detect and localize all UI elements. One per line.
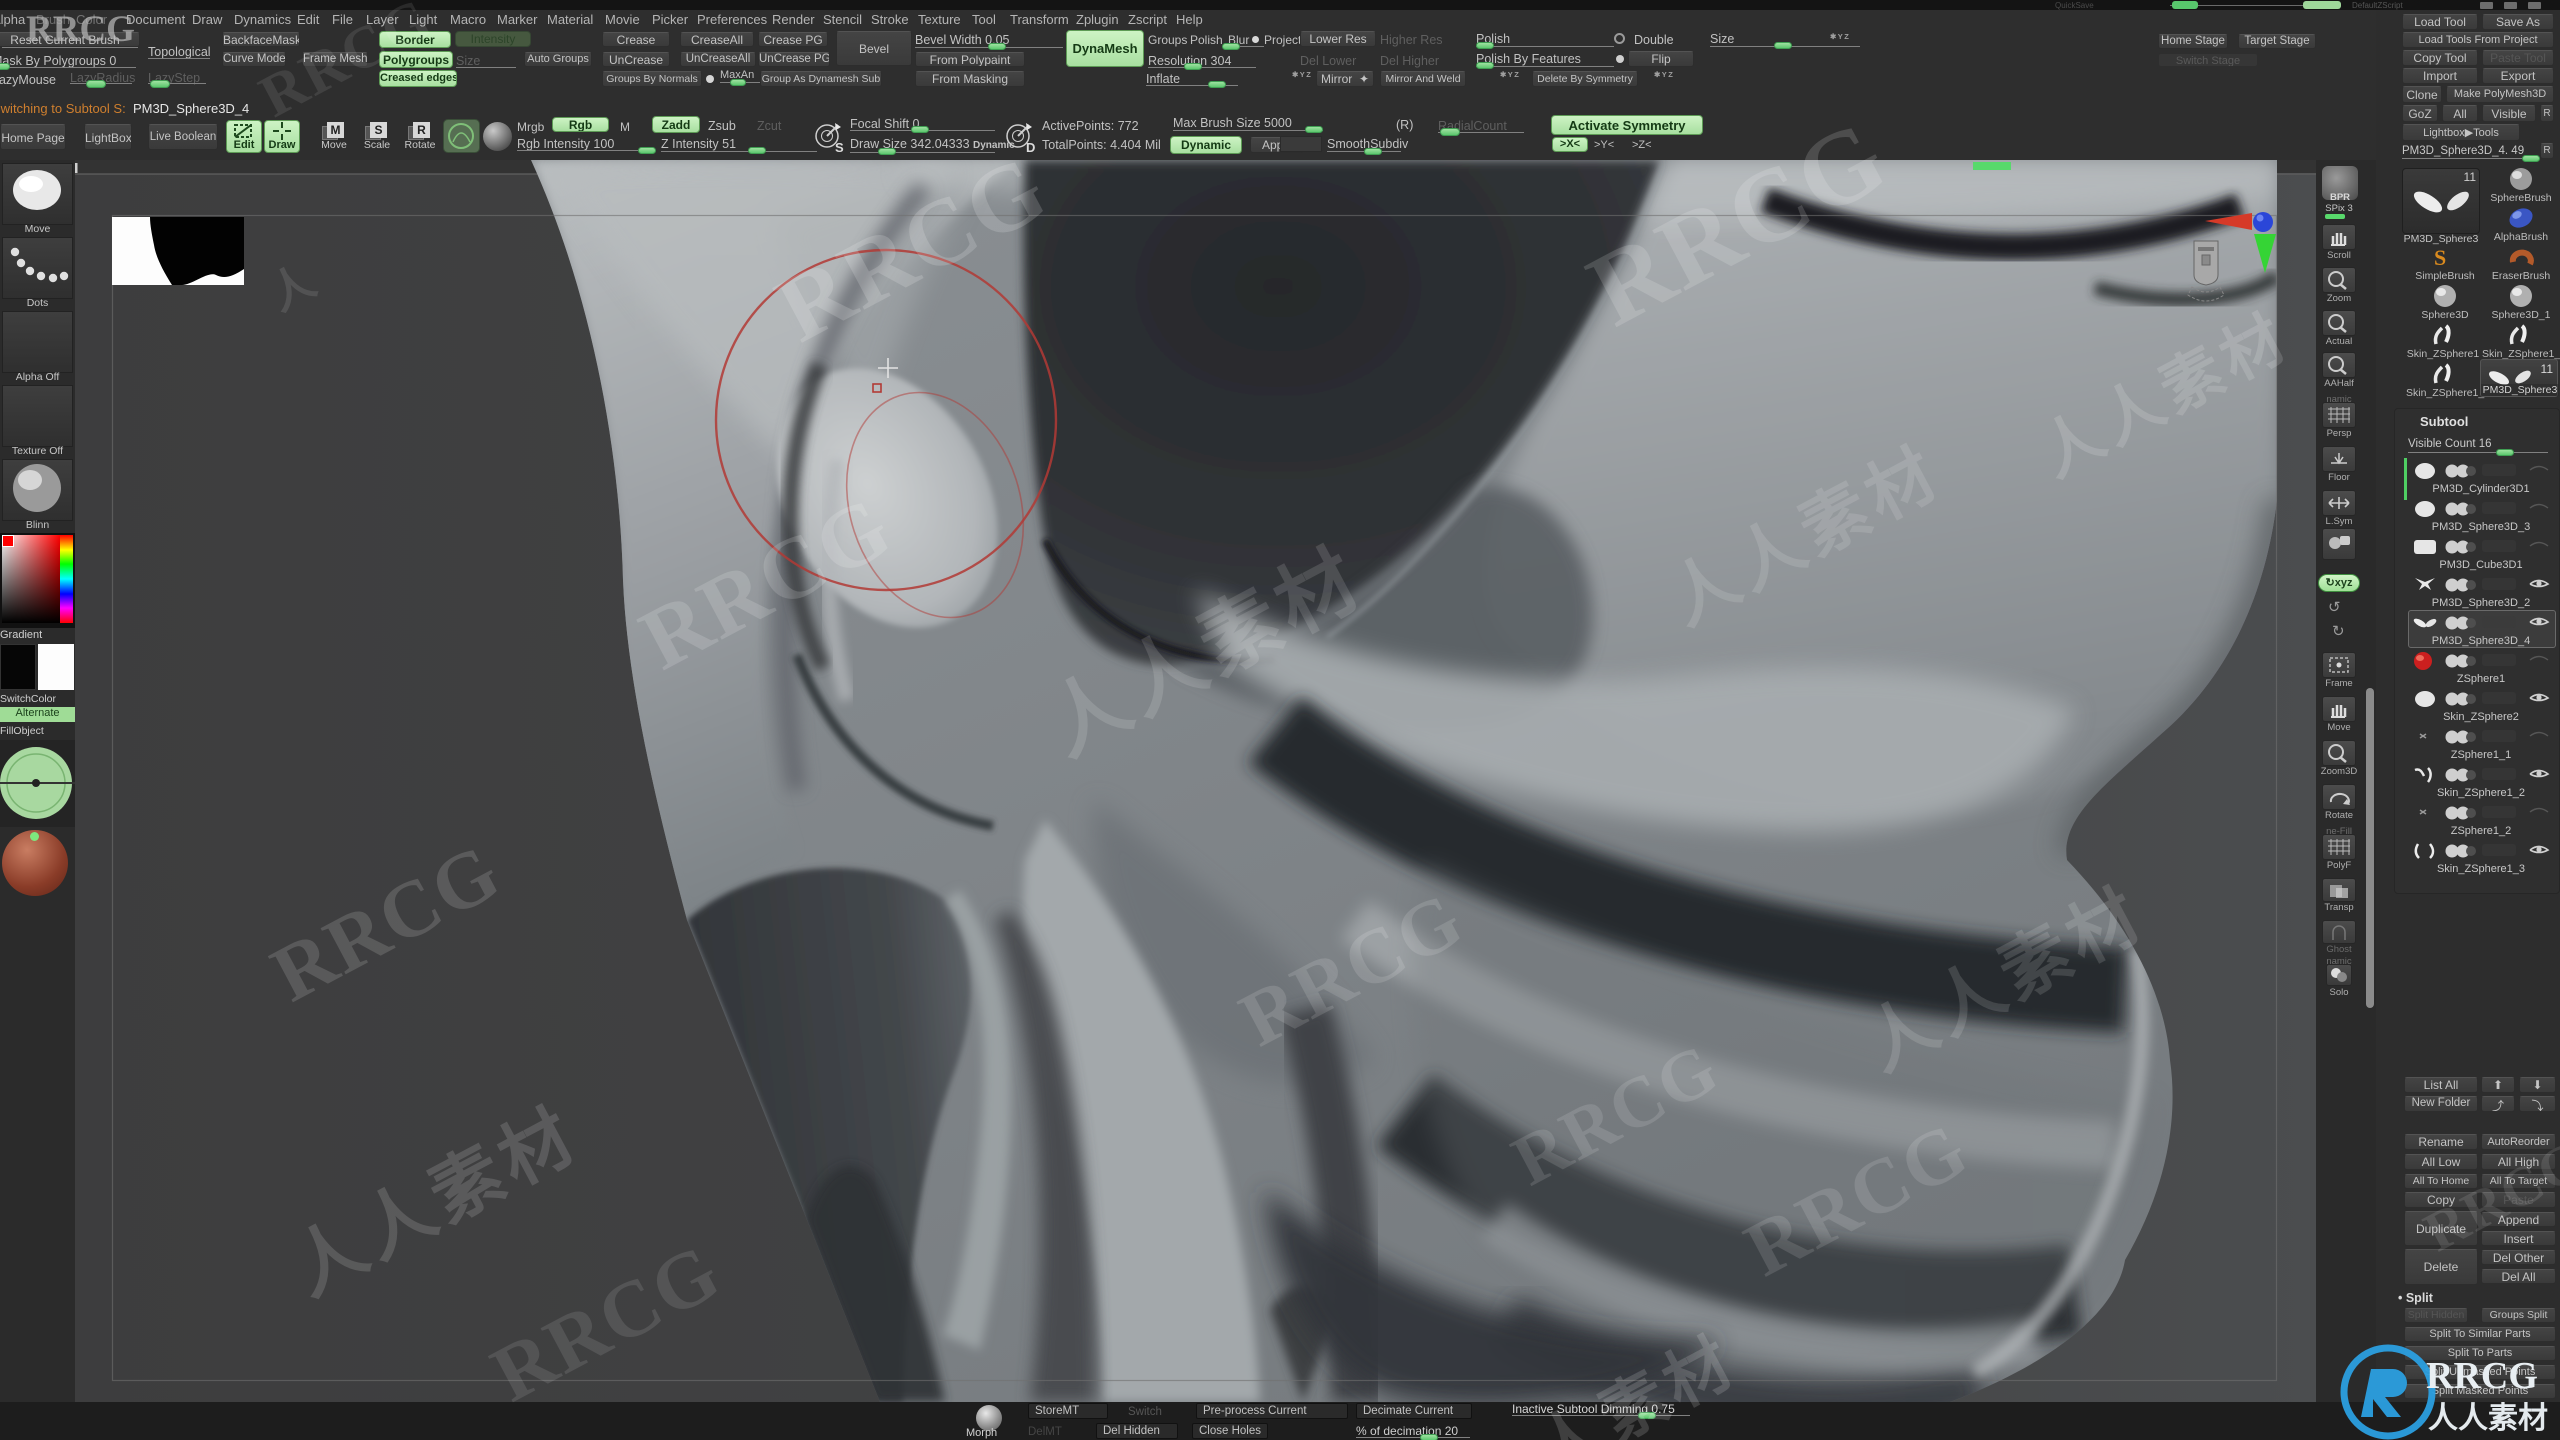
svg-text:RRCG: RRCG: [2426, 1355, 2538, 1397]
svg-text:D: D: [1026, 140, 1035, 155]
svg-text:人人素材: 人人素材: [2428, 1402, 2548, 1435]
svg-text:S: S: [2434, 245, 2446, 270]
svg-text:S: S: [835, 140, 844, 155]
